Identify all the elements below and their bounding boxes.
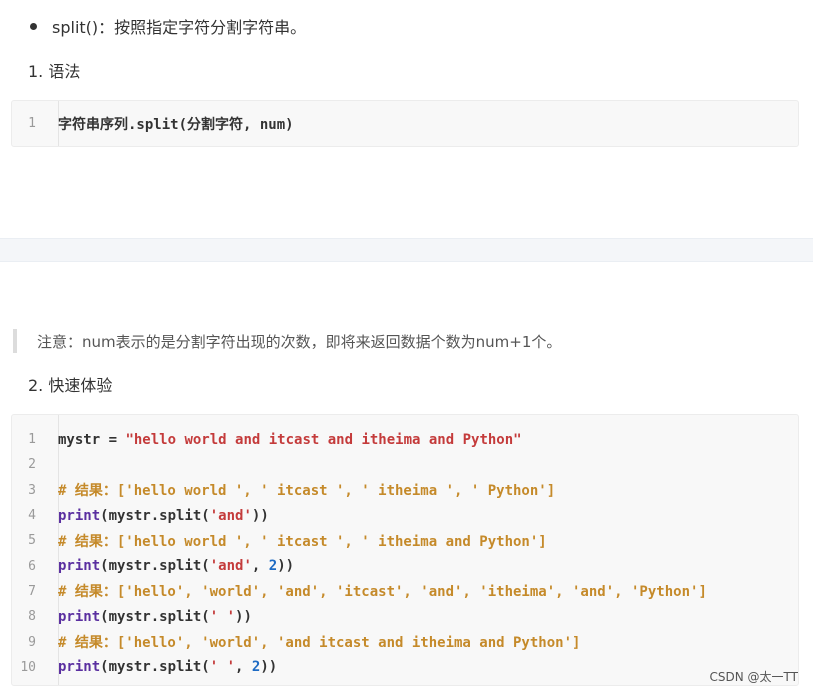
code-call: (mystr.split( — [100, 558, 210, 575]
bullet-item: split()：按照指定字符分割字符串。 — [30, 14, 306, 38]
code-line: 7 # 结果：['hello', 'world', 'and', 'itcast… — [12, 579, 798, 604]
code-number: 2 — [268, 558, 278, 575]
code-call: (mystr.split( — [100, 659, 210, 676]
line-number: 5 — [28, 533, 36, 549]
line-number: 7 — [28, 583, 36, 599]
line-number: 10 — [20, 659, 36, 675]
code-keyword: print — [58, 659, 101, 676]
code-call: (mystr.split( — [100, 507, 210, 524]
code-close: )) — [235, 608, 252, 625]
code-close: )) — [260, 659, 278, 676]
bullet-dot-icon — [30, 22, 37, 30]
section-heading-syntax: 1. 语法 — [28, 62, 81, 81]
watermark: CSDN @太一TT — [709, 670, 798, 684]
code-comment: # 结果：['hello world ', ' itcast ', ' ithe… — [58, 483, 556, 500]
code-close: )) — [277, 558, 295, 575]
code-string: "hello world and itcast and itheima and … — [125, 431, 522, 448]
code-comment: # 结果：['hello', 'world', 'and', 'itcast',… — [58, 584, 707, 601]
code-comment: # 结果：['hello', 'world', 'and itcast and … — [58, 635, 581, 652]
code-line: 1 字符串序列.split(分割字符, num) — [12, 101, 798, 146]
note-blockquote: 注意：num表示的是分割字符出现的次数，即将来返回数据个数为num+1个。 — [13, 329, 561, 353]
note-text: 注意：num表示的是分割字符出现的次数，即将来返回数据个数为num+1个。 — [37, 332, 562, 351]
code-keyword: print — [58, 558, 101, 575]
code-string: ' ' — [209, 659, 236, 676]
code-line: 4 print(mystr.split('and')) — [12, 503, 798, 528]
code-call: (mystr.split( — [100, 608, 210, 625]
code-line: 2 — [12, 452, 798, 477]
code-line: 10 print(mystr.split(' ', 2)) — [12, 655, 798, 680]
code-string: 'and' — [209, 507, 252, 524]
code-var: mystr = — [58, 431, 126, 448]
line-number: 4 — [28, 508, 36, 524]
example-code-block: 1 mystr = "hello world and itcast and it… — [11, 414, 799, 686]
line-number: 6 — [28, 558, 36, 574]
line-number: 8 — [28, 609, 36, 625]
code-string: ' ' — [209, 608, 236, 625]
code-line: 1 mystr = "hello world and itcast and it… — [12, 427, 798, 452]
section-heading-quick-try: 2. 快速体验 — [28, 376, 113, 395]
code-line: 9 # 结果：['hello', 'world', 'and itcast an… — [12, 629, 798, 654]
code-line: 3 # 结果：['hello world ', ' itcast ', ' it… — [12, 478, 798, 503]
code-text: 字符串序列.split(分割字符, num) — [58, 116, 294, 133]
bullet-text: split()：按照指定字符分割字符串。 — [52, 18, 307, 37]
code-close: )) — [251, 507, 269, 524]
code-line: 6 print(mystr.split('and', 2)) — [12, 553, 798, 578]
section-divider — [0, 238, 813, 262]
line-number: 3 — [28, 482, 36, 498]
line-number: 2 — [28, 457, 36, 473]
code-comma: , — [235, 659, 252, 676]
code-line: 8 print(mystr.split(' ')) — [12, 604, 798, 629]
line-number: 1 — [28, 116, 36, 131]
line-number: 9 — [28, 634, 36, 650]
syntax-code-block: 1 字符串序列.split(分割字符, num) — [11, 100, 799, 147]
code-keyword: print — [58, 608, 101, 625]
code-comment: # 结果：['hello world ', ' itcast ', ' ithe… — [58, 533, 547, 550]
code-string: 'and' — [209, 558, 252, 575]
code-line: 5 # 结果：['hello world ', ' itcast ', ' it… — [12, 528, 798, 553]
line-number: 1 — [28, 432, 36, 448]
code-keyword: print — [58, 507, 101, 524]
code-comma: , — [251, 558, 269, 575]
